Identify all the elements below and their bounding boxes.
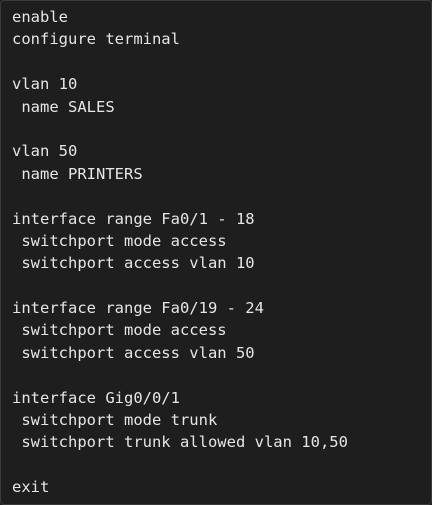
code-line: switchport access vlan 10	[12, 254, 255, 273]
code-line: vlan 10	[12, 75, 78, 94]
code-line: exit	[12, 478, 50, 497]
code-line: name PRINTERS	[12, 164, 143, 183]
code-line: name SALES	[12, 97, 115, 116]
code-line: interface range Fa0/1 - 18	[12, 209, 255, 228]
code-line: switchport access vlan 50	[12, 343, 255, 362]
code-line: interface range Fa0/19 - 24	[12, 299, 264, 318]
code-line: interface Gig0/0/1	[12, 388, 180, 407]
code-line: switchport mode access	[12, 321, 227, 340]
code-block[interactable]: enable configure terminal vlan 10 name SAL…	[12, 6, 431, 499]
code-line: enable	[12, 8, 68, 26]
code-line: configure terminal	[12, 30, 180, 49]
code-panel: enable configure terminal vlan 10 name SAL…	[0, 0, 432, 505]
code-line: switchport mode trunk	[12, 411, 218, 430]
code-line: switchport mode access	[12, 231, 227, 250]
code-line: vlan 50	[12, 142, 78, 161]
code-line: switchport trunk allowed vlan 10,50	[12, 433, 348, 452]
